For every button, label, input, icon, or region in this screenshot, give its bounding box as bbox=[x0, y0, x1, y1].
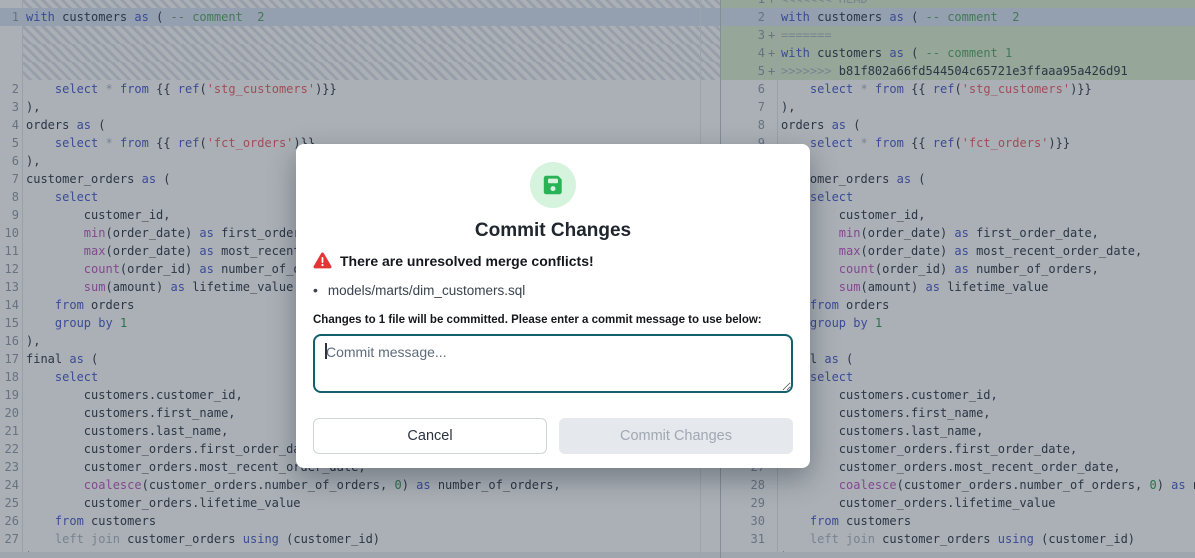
commit-changes-button[interactable]: Commit Changes bbox=[559, 418, 793, 454]
commit-message-wrap bbox=[313, 334, 793, 393]
warning-icon bbox=[313, 252, 332, 269]
save-icon bbox=[530, 162, 576, 208]
conflict-file-item: • models/marts/dim_customers.sql bbox=[313, 282, 525, 298]
modal-buttons: Cancel Commit Changes bbox=[313, 418, 793, 454]
merge-conflict-warning: There are unresolved merge conflicts! bbox=[313, 252, 594, 269]
bullet-icon: • bbox=[313, 282, 318, 298]
text-cursor bbox=[325, 343, 327, 359]
commit-instruction: Changes to 1 file will be committed. Ple… bbox=[313, 314, 793, 326]
ide-screen: 1with customers as ( -- comment 22 selec… bbox=[0, 0, 1195, 558]
warning-text: There are unresolved merge conflicts! bbox=[340, 253, 594, 269]
conflict-file-path: models/marts/dim_customers.sql bbox=[328, 283, 525, 298]
commit-changes-modal: Commit Changes There are unresolved merg… bbox=[296, 144, 810, 468]
floppy-disk-icon bbox=[541, 173, 565, 197]
commit-message-input[interactable] bbox=[313, 334, 793, 393]
modal-title: Commit Changes bbox=[296, 220, 810, 242]
cancel-button[interactable]: Cancel bbox=[313, 418, 547, 454]
